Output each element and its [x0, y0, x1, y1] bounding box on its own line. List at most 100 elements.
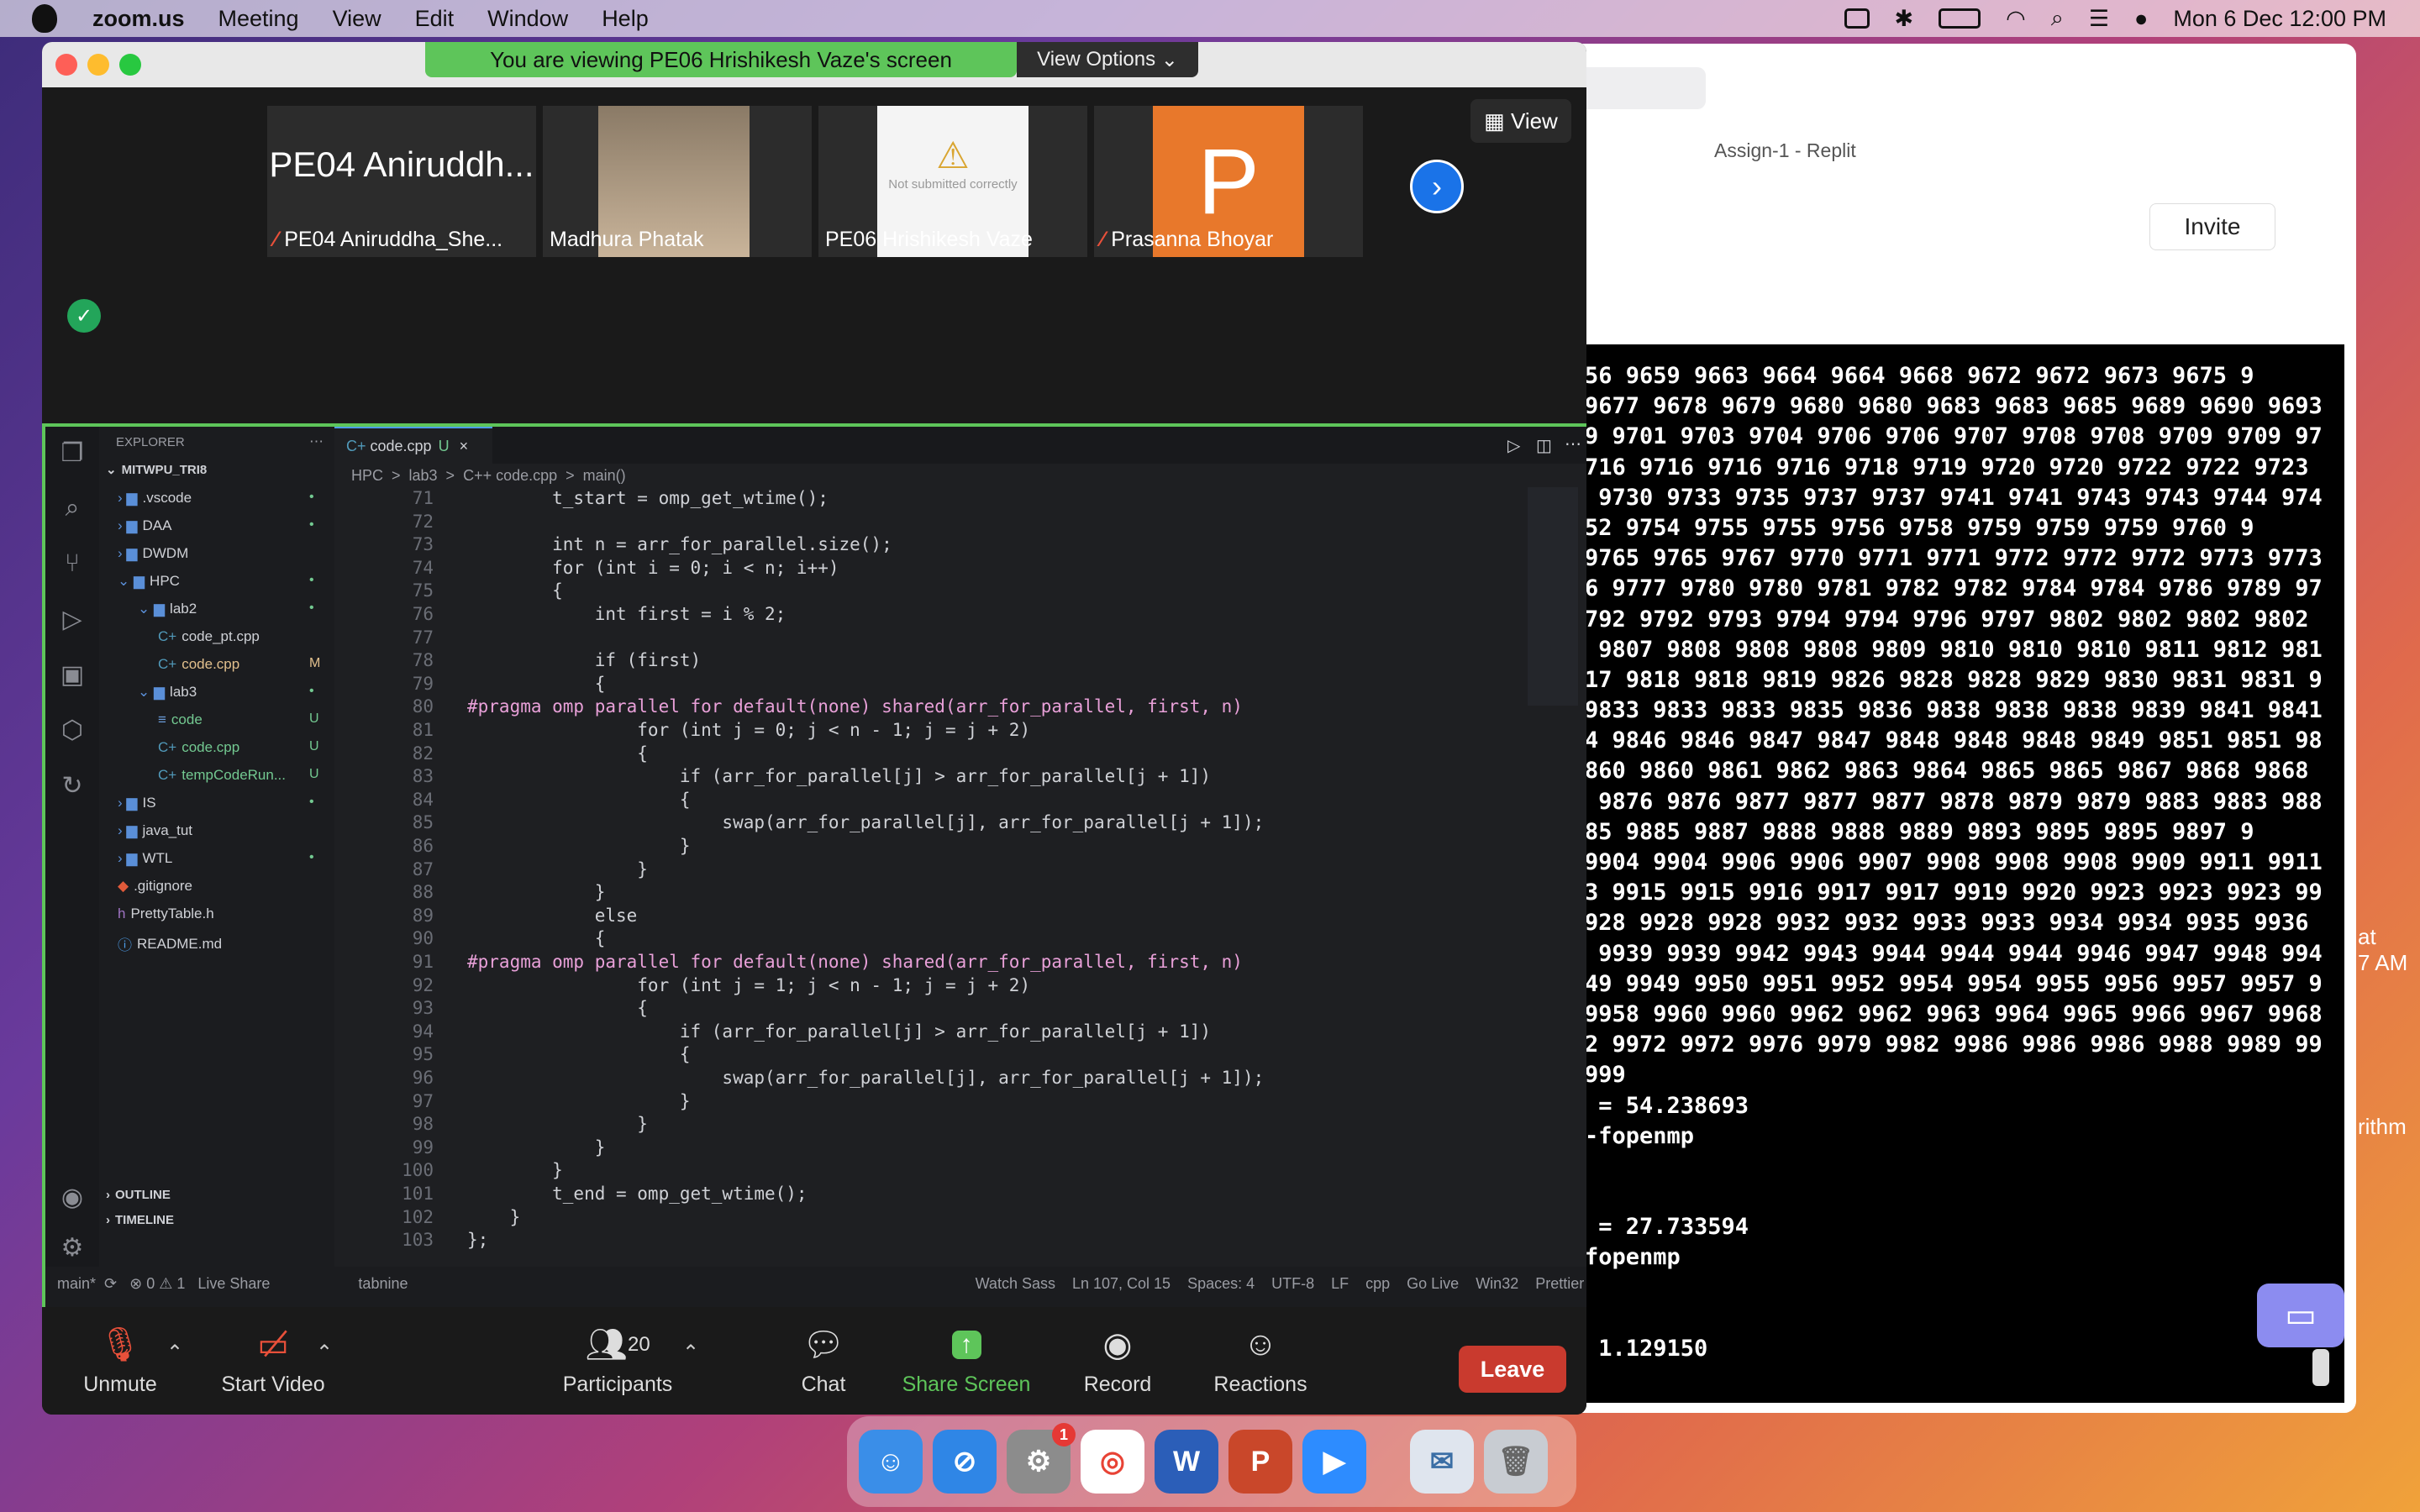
participants-button[interactable]: 👥︎ 20 Participants [555, 1307, 681, 1415]
spotlight-icon[interactable]: ⌕ [2051, 5, 2064, 32]
code-line[interactable]: } [467, 1206, 521, 1230]
menu-view[interactable]: View [333, 6, 381, 32]
file-tree-item[interactable]: C+ code_pt.cpp [158, 628, 260, 645]
breadcrumb[interactable]: HPC > lab3 > C++ code.cpp > main() [351, 467, 626, 485]
file-tree-item[interactable]: ⌄ ▆ HPC [118, 573, 180, 590]
menu-window[interactable]: Window [487, 6, 568, 32]
chrome-icon[interactable]: ◎ [1081, 1430, 1144, 1494]
code-line[interactable]: t_start = omp_get_wtime(); [467, 487, 829, 511]
wifi-icon[interactable]: ◠ [2006, 6, 2026, 32]
code-line[interactable]: if (arr_for_parallel[j] > arr_for_parall… [467, 1021, 1211, 1044]
trash-icon[interactable]: 🗑︎ [1484, 1430, 1548, 1494]
code-line[interactable]: { [467, 673, 606, 696]
participant-tile[interactable]: PE04 Aniruddh... ⁄ PE04 Aniruddha_She... [267, 106, 536, 257]
maximize-window-button[interactable] [119, 54, 141, 76]
participant-tile[interactable]: P ⁄ Prasanna Bhoyar [1094, 106, 1363, 257]
control-center-icon[interactable]: ☰ [2089, 6, 2109, 32]
battery-icon[interactable] [1939, 8, 1981, 29]
record-button[interactable]: ◉ Record [1067, 1307, 1168, 1415]
outline-section[interactable]: › OUTLINE [106, 1188, 171, 1202]
file-tree-item[interactable]: › ▆ java_tut [118, 822, 192, 839]
workspace-root[interactable]: ⌄ MITWPU_TRI8 [106, 462, 207, 478]
invite-button[interactable]: Invite [2149, 203, 2275, 250]
more-actions-icon[interactable]: ⋯ [309, 433, 324, 450]
split-editor-icon[interactable]: ◫ [1536, 435, 1552, 456]
file-tree-item[interactable]: › ▆ DWDM [118, 545, 188, 562]
view-button[interactable]: ▦ View [1470, 99, 1571, 143]
code-line[interactable]: { [467, 789, 691, 812]
file-tree-item[interactable]: C+ code.cpp [158, 739, 239, 756]
extensions-icon[interactable]: ▣ [54, 660, 91, 697]
terminal-output[interactable]: 56 9659 9663 9664 9664 9668 9672 9672 96… [1571, 344, 2344, 1403]
code-line[interactable]: }; [467, 1229, 488, 1252]
run-debug-icon[interactable]: ▷ [54, 605, 91, 642]
code-line[interactable]: } [467, 1159, 563, 1183]
menu-edit[interactable]: Edit [415, 6, 455, 32]
zoom-icon[interactable]: ▶ [1302, 1430, 1366, 1494]
code-line[interactable]: else [467, 905, 638, 928]
leave-button[interactable]: Leave [1459, 1346, 1566, 1393]
chat-button[interactable]: 💬︎ Chat [773, 1307, 874, 1415]
address-bar[interactable] [1571, 67, 1706, 109]
live-share-icon[interactable]: ↻ [54, 771, 91, 808]
browser-tab-title[interactable]: Assign-1 - Replit [1714, 139, 1856, 162]
file-tree-item[interactable]: › ▆ WTL [118, 850, 172, 867]
video-options-chevron-icon[interactable]: ⌃ [316, 1341, 333, 1365]
search-icon[interactable]: ⌕ [54, 494, 91, 531]
code-line[interactable]: int n = arr_for_parallel.size(); [467, 533, 892, 557]
clock[interactable]: Mon 6 Dec 12:00 PM [2173, 6, 2386, 32]
word-icon[interactable]: W [1155, 1430, 1218, 1494]
chat-bubble-icon[interactable]: ▭ [2257, 1284, 2344, 1347]
file-tree-item[interactable]: C+ tempCodeRun... [158, 767, 286, 784]
more-actions-icon[interactable]: ⋯ [1565, 433, 1581, 454]
status-bar[interactable]: main* ⟳ ⊗ 0 ⚠ 1 Live Share tabnine Watch [45, 1267, 1586, 1307]
file-tree-item[interactable]: › ▆ DAA [118, 517, 171, 534]
file-tree-item[interactable]: ⌄ ▆ lab2 [138, 601, 197, 617]
code-line[interactable]: } [467, 1113, 648, 1137]
code-line[interactable]: { [467, 927, 606, 951]
participant-tile[interactable]: ⚠ Not submitted correctly PE06 Hrishikesh… [818, 106, 1087, 257]
powerpoint-icon[interactable]: P [1228, 1430, 1292, 1494]
code-line[interactable]: { [467, 743, 648, 766]
file-tree-item[interactable]: ◆ .gitignore [118, 878, 192, 895]
code-line[interactable]: } [467, 1090, 691, 1114]
code-line[interactable]: { [467, 580, 563, 603]
bluetooth-icon[interactable]: ✱ [1895, 6, 1914, 32]
run-icon[interactable]: ▷ [1507, 435, 1520, 456]
code-line[interactable]: swap(arr_for_parallel[j], arr_for_parall… [467, 1067, 1264, 1090]
menu-app-name[interactable]: zoom.us [92, 6, 185, 32]
file-tree-item[interactable]: h PrettyTable.h [118, 906, 214, 922]
system-preferences-icon[interactable]: ⚙ 1 [1007, 1423, 1076, 1494]
code-line[interactable]: } [467, 835, 691, 858]
code-line[interactable]: { [467, 997, 648, 1021]
remote-explorer-icon[interactable]: ⬡ [54, 716, 91, 753]
participants-chevron-icon[interactable]: ⌃ [682, 1341, 699, 1365]
close-window-button[interactable] [55, 54, 77, 76]
file-tree-item[interactable]: ⓘ README.md [118, 933, 222, 954]
reactions-button[interactable]: ☺ Reactions [1202, 1307, 1319, 1415]
file-tree-item[interactable]: C+ code.cpp [158, 656, 239, 673]
tab-code-cpp[interactable]: C+ code.cpp U × [334, 427, 492, 464]
menu-help[interactable]: Help [602, 6, 649, 32]
code-line[interactable]: #pragma omp parallel for default(none) s… [467, 696, 1243, 719]
source-control-icon[interactable]: ⑂ [54, 549, 91, 586]
account-icon[interactable]: ◉ [54, 1183, 91, 1220]
next-page-icon[interactable]: › [1410, 160, 1464, 213]
unmute-button[interactable]: 🎙︎ Unmute [74, 1307, 166, 1415]
code-line[interactable]: if (first) [467, 649, 701, 673]
code-line[interactable]: } [467, 1137, 606, 1160]
security-shield-icon[interactable]: ✓ [67, 299, 101, 333]
files-icon[interactable]: ❐ [54, 438, 91, 475]
close-tab-icon[interactable]: × [460, 438, 469, 455]
file-tree-item[interactable]: › ▆ IS [118, 795, 156, 811]
finder-icon[interactable]: ☺ [859, 1430, 923, 1494]
file-tree-item[interactable]: ≡ code [158, 711, 203, 728]
terminal-scrollbar[interactable] [2312, 1349, 2329, 1386]
participant-tile[interactable]: Madhura Phatak [543, 106, 812, 257]
editor-area[interactable]: C+ code.cpp U × ▷ ◫ ⋯ HPC > lab3 > C++ cod… [334, 427, 1586, 1267]
siri-icon[interactable]: ● [2134, 6, 2148, 32]
view-options-button[interactable]: View Options ⌄ [1017, 42, 1198, 77]
audio-options-chevron-icon[interactable]: ⌃ [166, 1341, 183, 1365]
apple-icon[interactable] [32, 4, 57, 33]
code-line[interactable]: for (int i = 0; i < n; i++) [467, 557, 839, 580]
